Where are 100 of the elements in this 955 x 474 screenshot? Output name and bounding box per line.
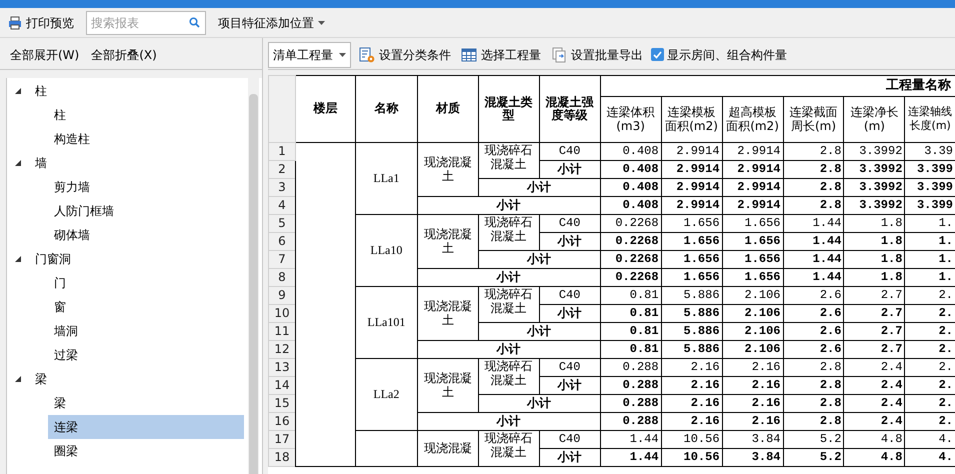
table-cell: 2.4 — [844, 394, 905, 412]
table-cell: 小计 — [417, 340, 600, 358]
table-cell: 现浇碎石混凝土 — [478, 358, 540, 394]
table-cell: 2.106 — [722, 340, 784, 358]
export-button[interactable]: 设置批量导出 — [549, 42, 645, 66]
table-cell: 现浇混凝 — [417, 430, 478, 466]
tree-item[interactable]: 圈梁 — [48, 439, 244, 463]
tree-item[interactable]: 墙洞 — [48, 319, 244, 343]
collapse-all-button[interactable]: 全部折叠(X) — [91, 46, 157, 64]
table-cell: 1.656 — [661, 232, 722, 250]
tree-item[interactable]: 过梁 — [48, 343, 244, 367]
checkbox-label[interactable]: 显示房间、组合构件量 — [667, 46, 787, 64]
tree-item[interactable]: 连梁 — [48, 415, 244, 439]
collapse-triangle-icon[interactable] — [15, 88, 21, 94]
row-number[interactable]: 10 — [268, 304, 296, 322]
classify-button[interactable]: 设置分类条件 — [357, 42, 453, 66]
tree-item[interactable]: 门窗洞 — [33, 250, 73, 268]
tree-item[interactable]: 构造柱 — [48, 127, 244, 151]
table-cell: 小计 — [539, 160, 600, 178]
quantity-type-dropdown[interactable]: 清单工程量 — [268, 42, 351, 68]
tree-item[interactable]: 砌体墙 — [48, 223, 244, 247]
checkbox[interactable] — [651, 48, 664, 61]
table-cell: 现浇碎石混凝土 — [478, 142, 540, 178]
table-cell: 5.886 — [661, 286, 722, 304]
table-cell: C40 — [539, 214, 600, 232]
search-field[interactable]: 搜索报表 — [86, 10, 206, 34]
table-cell: 现浇碎石混凝土 — [478, 430, 540, 466]
table-cell: 0.81 — [600, 286, 662, 304]
table-cell: 2.16 — [661, 394, 722, 412]
table-cell: 现浇混凝土 — [417, 214, 478, 268]
scrollbar-thumb[interactable] — [249, 94, 258, 474]
table-cell: 2.9914 — [722, 196, 784, 214]
table-cell: 小计 — [539, 232, 600, 250]
table-cell: LLa2 — [355, 358, 418, 430]
table-cell: C40 — [539, 286, 600, 304]
table-cell: 4.8 — [844, 430, 905, 448]
table-cell: LLa101 — [355, 286, 418, 358]
collapse-triangle-icon[interactable] — [15, 376, 21, 382]
caret-icon — [339, 52, 346, 56]
select-button[interactable]: 选择工程量 — [459, 42, 543, 66]
tree-item[interactable]: 墙 — [33, 154, 49, 172]
tree-item[interactable]: 梁 — [33, 370, 49, 388]
row-number[interactable]: 16 — [268, 412, 296, 430]
table-cell: 小计 — [539, 448, 600, 466]
table-cell: 1.656 — [722, 250, 784, 268]
row-number[interactable]: 11 — [268, 322, 296, 340]
table-cell: 2.7 — [844, 340, 905, 358]
table-cell: 2.6 — [783, 322, 844, 340]
row-number[interactable]: 15 — [268, 394, 296, 412]
row-number[interactable]: 13 — [268, 358, 296, 376]
tree-item[interactable]: 窗 — [48, 295, 244, 319]
row-number[interactable]: 5 — [268, 214, 296, 232]
table-cell: 0.288 — [600, 358, 662, 376]
tree-item[interactable]: 人防门框墙 — [48, 199, 244, 223]
table-cell: 0.408 — [600, 196, 662, 214]
table-cell: 现浇混凝土 — [417, 358, 478, 412]
column-header: 连梁体积(m3) — [600, 96, 662, 142]
table-cell: 3.3992 — [844, 142, 905, 160]
table-cell: 3.3992 — [844, 178, 905, 196]
table-cell: 2.16 — [661, 358, 722, 376]
table-cell: 2.7 — [844, 286, 905, 304]
table-cell: 小计 — [478, 322, 600, 340]
table-cell: 2.6 — [783, 340, 844, 358]
row-number[interactable]: 4 — [268, 196, 296, 214]
row-number[interactable]: 6 — [268, 232, 296, 250]
tree-item[interactable]: 梁 — [48, 391, 244, 415]
row-number[interactable]: 2 — [268, 160, 296, 178]
collapse-triangle-icon[interactable] — [15, 160, 21, 166]
expand-all-button[interactable]: 全部展开(W) — [10, 46, 80, 64]
tree-item[interactable]: 柱 — [48, 103, 244, 127]
search-icon[interactable] — [189, 16, 200, 28]
row-number[interactable]: 8 — [268, 268, 296, 286]
table-cell: 小计 — [539, 304, 600, 322]
collapse-triangle-icon[interactable] — [15, 256, 21, 262]
position-menu[interactable]: 项目特征添加位置 — [214, 10, 329, 34]
tree-item[interactable]: 柱 — [33, 82, 49, 100]
row-number[interactable]: 17 — [268, 430, 296, 448]
row-number[interactable]: 9 — [268, 286, 296, 304]
table-cell: C40 — [539, 142, 600, 160]
row-number[interactable]: 1 — [268, 142, 296, 160]
table-cell: 2.106 — [722, 322, 784, 340]
table-cell: 2.4 — [844, 358, 905, 376]
row-number[interactable]: 14 — [268, 376, 296, 394]
table-cell: 0.2268 — [600, 214, 662, 232]
table-cell: 3.3992 — [844, 160, 905, 178]
tree-item[interactable]: 门 — [48, 271, 244, 295]
row-number[interactable]: 7 — [268, 250, 296, 268]
table-cell: 1.656 — [661, 268, 722, 286]
row-number[interactable]: 3 — [268, 178, 296, 196]
tree-item[interactable]: 剪力墙 — [48, 175, 244, 199]
table-cell: 2.9914 — [722, 178, 784, 196]
print-preview-button[interactable]: 打印预览 — [4, 10, 78, 34]
table-cell: 1.44 — [600, 430, 662, 448]
table-cell: 5.2 — [783, 448, 844, 466]
row-number[interactable]: 18 — [268, 448, 296, 466]
table-cell: 0.288 — [600, 376, 662, 394]
table-cell: 2.9914 — [661, 178, 722, 196]
row-number[interactable]: 12 — [268, 340, 296, 358]
table-cell: 1.656 — [722, 268, 784, 286]
table-cell: 小计 — [417, 268, 600, 286]
